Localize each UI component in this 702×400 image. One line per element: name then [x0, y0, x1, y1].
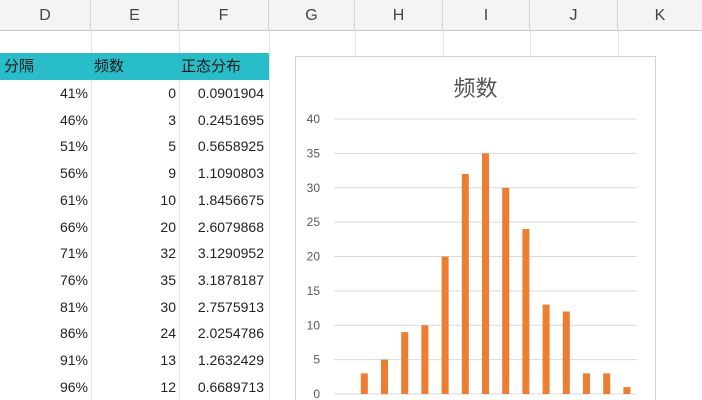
cell-normal[interactable]: 2.6079868	[184, 214, 264, 240]
cell-frequency[interactable]: 32	[140, 240, 176, 266]
cell-normal[interactable]: 3.1290952	[184, 240, 264, 266]
cell-frequency[interactable]: 12	[140, 374, 176, 400]
table-row[interactable]: 96% 12 0.6689713	[0, 374, 270, 400]
table-row[interactable]: 91% 13 1.2632429	[0, 347, 270, 374]
y-tick-label: 20	[307, 250, 321, 264]
cell-frequency[interactable]: 35	[140, 267, 176, 293]
column-header-F[interactable]: F	[179, 0, 269, 31]
cell-frequency[interactable]: 20	[140, 214, 176, 240]
bar[interactable]	[542, 304, 550, 394]
column-header-I[interactable]: I	[443, 0, 530, 31]
cell-interval[interactable]: 46%	[40, 107, 88, 133]
cell-normal[interactable]: 0.0901904	[184, 80, 264, 106]
table-row[interactable]: 41% 0 0.0901904	[0, 80, 270, 107]
bar[interactable]	[583, 373, 590, 394]
y-tick-label: 35	[307, 146, 321, 160]
bar[interactable]	[562, 311, 570, 395]
cell-normal[interactable]: 1.2632429	[184, 347, 264, 373]
header-normal[interactable]: 正态分布	[181, 53, 241, 80]
y-tick-label: 5	[313, 353, 320, 367]
table-row[interactable]: 66% 20 2.6079868	[0, 214, 270, 241]
table-row[interactable]: 81% 30 2.7575913	[0, 294, 270, 321]
bar[interactable]	[502, 187, 510, 394]
y-tick-label: 15	[307, 284, 321, 298]
cell-normal[interactable]: 2.7575913	[184, 294, 264, 320]
chart-plot: 0 5 10 15 20 25 30 35 40	[307, 112, 637, 400]
cell-interval[interactable]: 76%	[40, 267, 88, 293]
cell-normal[interactable]: 1.1090803	[184, 160, 264, 186]
cell-interval[interactable]: 71%	[40, 240, 88, 266]
bar[interactable]	[623, 387, 631, 394]
column-header-H[interactable]: H	[355, 0, 443, 31]
table-row[interactable]: 76% 35 3.1878187	[0, 267, 270, 294]
header-frequency[interactable]: 频数	[94, 53, 124, 80]
cell-normal[interactable]: 3.1878187	[184, 267, 264, 293]
table-row[interactable]: 61% 10 1.8456675	[0, 187, 270, 214]
column-header-K[interactable]: K	[618, 0, 702, 31]
cell-interval[interactable]: 41%	[40, 80, 88, 106]
column-header-bar: D E F G H I J K	[0, 0, 702, 31]
cell-interval[interactable]: 66%	[40, 214, 88, 240]
column-header-J[interactable]: J	[530, 0, 618, 31]
y-tick-label: 30	[307, 181, 321, 195]
table-row[interactable]: 56% 9 1.1090803	[0, 160, 270, 187]
table-row[interactable]: 71% 32 3.1290952	[0, 240, 270, 267]
bar[interactable]	[421, 325, 429, 394]
table-row[interactable]: 51% 5 0.5658925	[0, 133, 270, 160]
cell-interval[interactable]: 56%	[40, 160, 88, 186]
column-header-G[interactable]: G	[269, 0, 355, 31]
header-interval[interactable]: 分隔	[4, 53, 34, 80]
y-tick-label: 40	[307, 112, 321, 126]
bar[interactable]	[441, 256, 449, 395]
bar[interactable]	[603, 373, 611, 394]
frequency-chart[interactable]: 频数 0 5 10 15 20 25 30 35 40	[295, 56, 656, 400]
cell-normal[interactable]: 2.0254786	[184, 320, 264, 346]
bar[interactable]	[461, 174, 469, 394]
cell-frequency[interactable]: 0	[140, 80, 176, 106]
column-header-E[interactable]: E	[91, 0, 179, 31]
cell-frequency[interactable]: 3	[140, 107, 176, 133]
table-row[interactable]: 86% 24 2.0254786	[0, 320, 270, 347]
cell-interval[interactable]: 61%	[40, 187, 88, 213]
cell-interval[interactable]: 51%	[40, 133, 88, 159]
column-header-D[interactable]: D	[0, 0, 91, 31]
y-tick-label: 10	[307, 318, 321, 332]
cell-frequency[interactable]: 10	[140, 187, 176, 213]
bar[interactable]	[522, 229, 530, 394]
cell-interval[interactable]: 96%	[40, 374, 88, 400]
cell-interval[interactable]: 91%	[40, 347, 88, 373]
bar[interactable]	[482, 153, 489, 394]
y-tick-label: 0	[313, 387, 320, 400]
cell-normal[interactable]: 1.8456675	[184, 187, 264, 213]
y-tick-label: 25	[307, 215, 321, 229]
cell-interval[interactable]: 86%	[40, 320, 88, 346]
cell-normal[interactable]: 0.2451695	[184, 107, 264, 133]
cell-frequency[interactable]: 5	[140, 133, 176, 159]
table-row[interactable]: 46% 3 0.2451695	[0, 107, 270, 134]
cell-frequency[interactable]: 24	[140, 320, 176, 346]
cell-normal[interactable]: 0.6689713	[184, 374, 264, 400]
bar[interactable]	[360, 373, 368, 394]
table-header-row: 分隔 频数 正态分布	[0, 53, 269, 80]
cell-frequency[interactable]: 30	[140, 294, 176, 320]
cell-normal[interactable]: 0.5658925	[184, 133, 264, 159]
cell-frequency[interactable]: 9	[140, 160, 176, 186]
cell-interval[interactable]: 81%	[40, 294, 88, 320]
bar[interactable]	[401, 332, 409, 394]
bar[interactable]	[381, 359, 388, 394]
cell-frequency[interactable]: 13	[140, 347, 176, 373]
